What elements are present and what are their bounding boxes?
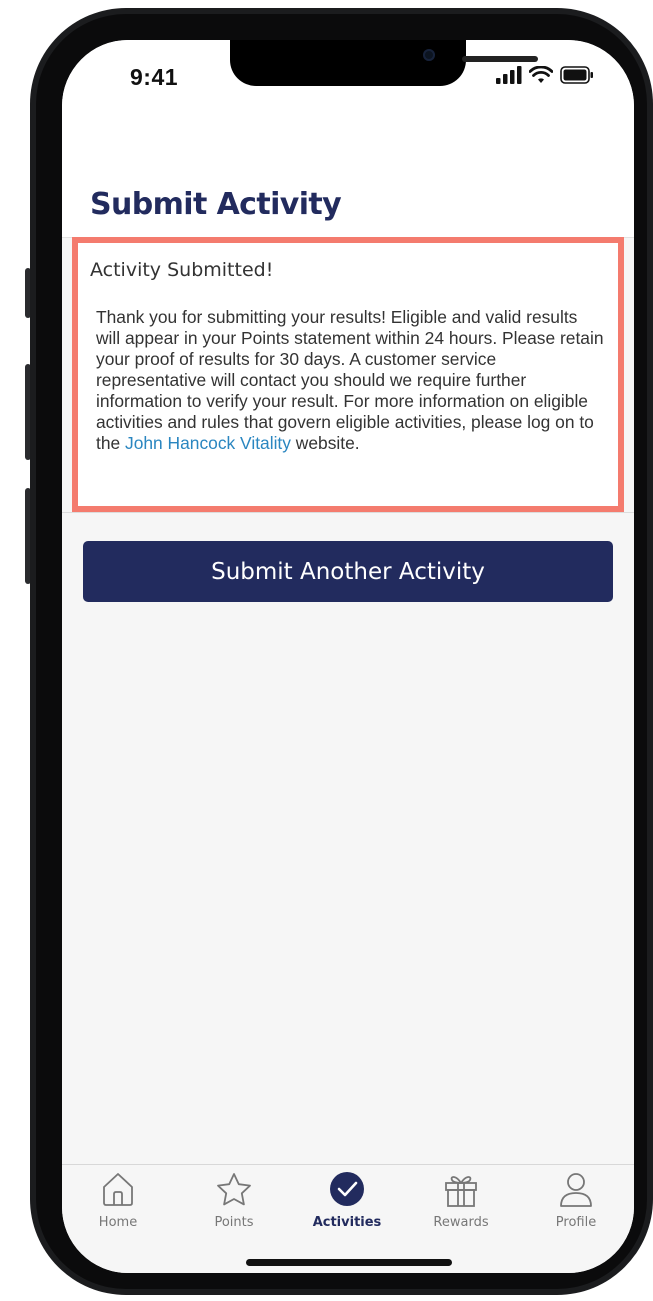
john-hancock-vitality-link[interactable]: John Hancock Vitality (125, 433, 291, 453)
status-time: 9:41 (130, 64, 179, 90)
status-icons (496, 66, 594, 84)
home-indicator (246, 1259, 452, 1266)
tab-label: Home (98, 1215, 138, 1230)
gift-icon (443, 1171, 479, 1214)
battery-icon (560, 66, 593, 84)
person-icon (557, 1171, 595, 1214)
checkmark-circle-icon (329, 1171, 365, 1212)
tab-label: Points (214, 1215, 254, 1230)
confirmation-message-card: Activity Submitted! Thank you for submit… (72, 237, 624, 512)
star-icon (215, 1171, 253, 1214)
tab-label: Rewards (433, 1215, 489, 1230)
tab-activities[interactable]: Activities (297, 1171, 397, 1235)
tab-rewards[interactable]: Rewards (411, 1171, 511, 1235)
app-screen: 9:41 Submit Activity Activity Submitted!… (62, 40, 634, 1273)
page-title: Submit Activity (90, 187, 342, 222)
wifi-icon (529, 66, 553, 83)
tab-points[interactable]: Points (184, 1171, 284, 1235)
confirmation-body: Thank you for submitting your results! E… (96, 307, 606, 454)
tab-profile[interactable]: Profile (526, 1171, 626, 1235)
earpiece-speaker (462, 56, 538, 62)
tab-label: Activities (312, 1215, 382, 1230)
cellular-signal-icon (496, 66, 522, 84)
home-icon (101, 1171, 135, 1212)
confirmation-body-text-end: website. (290, 433, 360, 453)
notch (230, 40, 538, 86)
submit-another-activity-button[interactable]: Submit Another Activity (83, 541, 613, 602)
tab-home[interactable]: Home (68, 1171, 168, 1235)
front-camera (423, 49, 435, 61)
divider (62, 512, 634, 513)
confirmation-title: Activity Submitted! (90, 259, 274, 281)
tab-label: Profile (555, 1215, 597, 1230)
tab-bar: Home Points Activities Rewards Profile (62, 1164, 634, 1273)
confirmation-body-text: Thank you for submitting your results! E… (96, 307, 604, 453)
